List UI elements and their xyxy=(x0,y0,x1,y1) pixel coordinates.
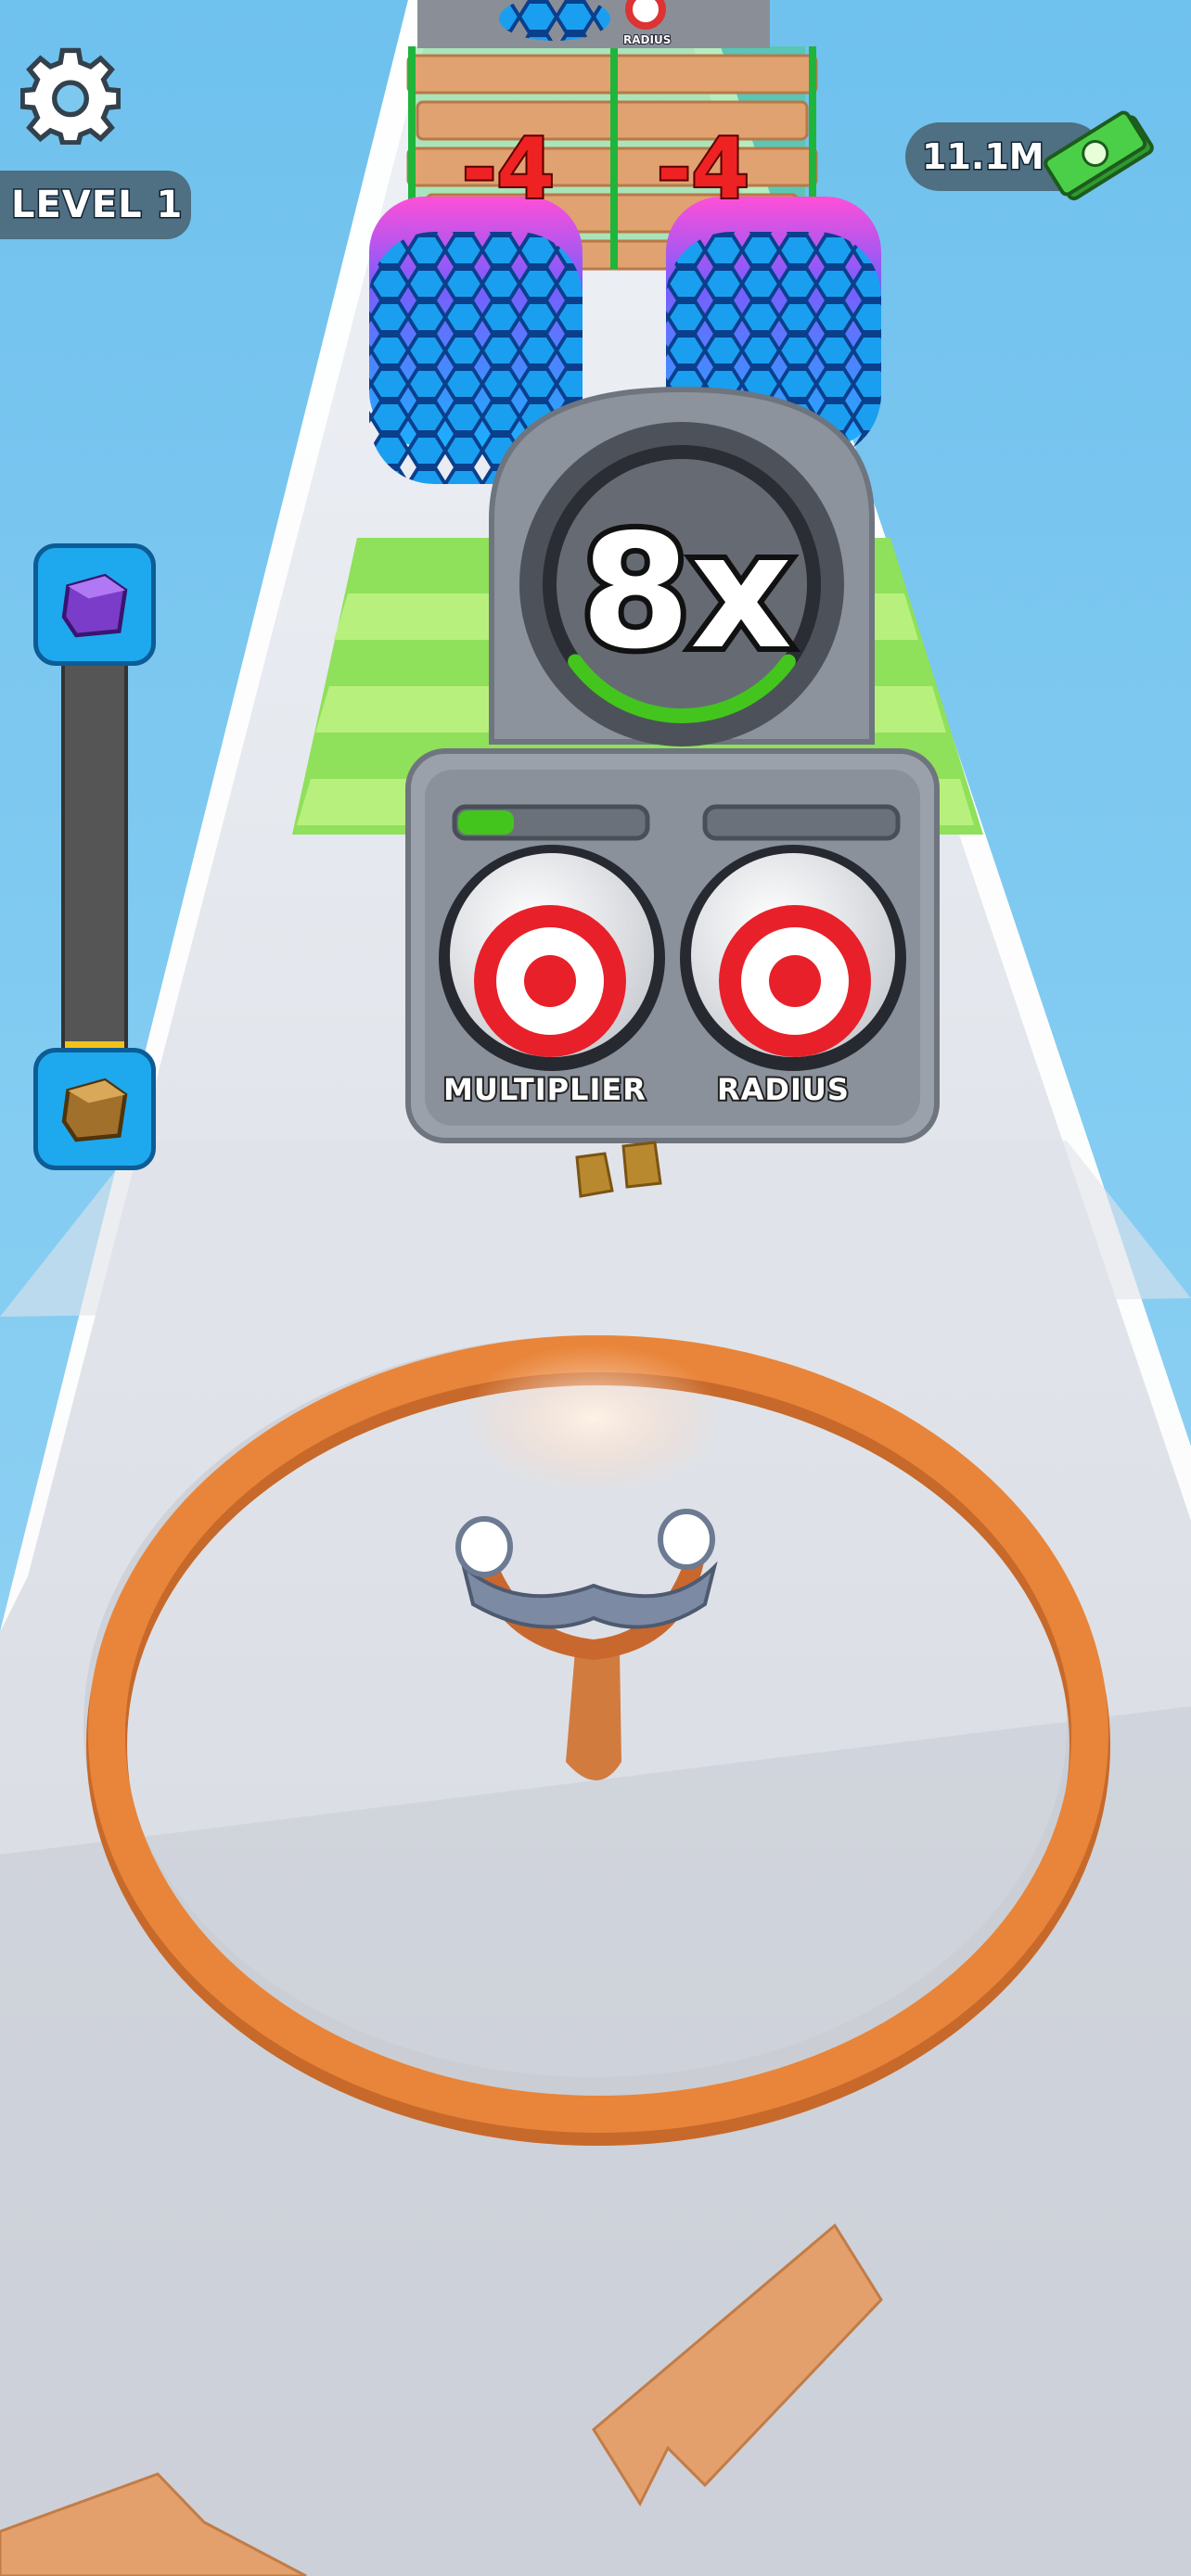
multiplier-display: 8x xyxy=(575,495,798,690)
right-gate-value: -4 xyxy=(655,119,751,220)
cash-stack-icon xyxy=(1044,110,1154,201)
settings-button[interactable] xyxy=(19,45,122,146)
bottom-gem-box xyxy=(33,1048,156,1170)
level-label: LEVEL 1 xyxy=(9,183,184,228)
multiplier-progress-fill xyxy=(458,810,514,835)
top-gem-box xyxy=(33,543,156,666)
multiplier-button-label: MULTIPLIER xyxy=(442,1070,647,1109)
gold-gem-icon xyxy=(61,1078,128,1142)
money-value: 11.1M xyxy=(921,135,1046,179)
game-scene xyxy=(0,0,1191,2576)
level-progress-track xyxy=(61,631,128,1066)
purple-gem-icon xyxy=(61,573,128,638)
radius-button-label: RADIUS xyxy=(715,1070,851,1109)
far-gate-label: RADIUS xyxy=(622,32,672,47)
gear-icon xyxy=(19,47,122,146)
left-gate-value: -4 xyxy=(460,119,557,220)
multiplier-upgrade-button[interactable] xyxy=(439,845,665,1071)
radius-upgrade-button[interactable] xyxy=(680,845,906,1071)
level-badge: LEVEL 1 xyxy=(0,171,191,239)
